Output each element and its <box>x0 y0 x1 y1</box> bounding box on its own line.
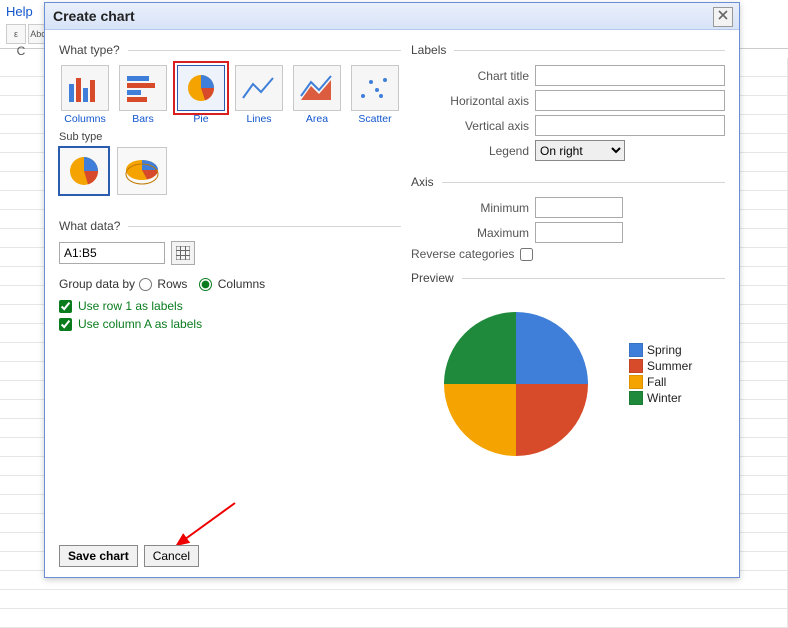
maximum-input[interactable] <box>535 222 623 243</box>
minimum-label: Minimum <box>411 201 535 215</box>
axis-heading: Axis <box>411 175 725 189</box>
close-button[interactable] <box>713 7 733 27</box>
bars-icon <box>125 72 161 104</box>
group-data-label: Group data by <box>59 277 135 291</box>
create-chart-dialog: Create chart What type? Columns Bars <box>44 2 740 578</box>
pie-slice <box>444 384 516 456</box>
chart-title-label: Chart title <box>411 69 535 83</box>
range-picker-button[interactable] <box>171 241 195 265</box>
lines-icon <box>241 72 277 104</box>
pie-slice <box>444 312 516 384</box>
ver-axis-label: Vertical axis <box>411 119 535 133</box>
subtype-label: Sub type <box>59 131 401 143</box>
chart-type-lines[interactable]: Lines <box>233 65 285 125</box>
what-type-label: What type? <box>59 43 120 57</box>
use-colA-checkbox-row: Use column A as labels <box>59 317 401 331</box>
legend-label: Summer <box>647 359 692 373</box>
chart-type-list: Columns Bars Pie Lines Area <box>59 65 401 125</box>
subtype-pie-flat[interactable] <box>59 147 109 195</box>
menu-help[interactable]: Help <box>6 4 33 19</box>
legend-item: Summer <box>629 359 692 373</box>
use-row1-checkbox-row: Use row 1 as labels <box>59 299 401 313</box>
cancel-button[interactable]: Cancel <box>144 545 199 567</box>
chart-type-label: Area <box>306 113 328 125</box>
labels-label: Labels <box>411 43 446 57</box>
columns-icon <box>67 72 103 104</box>
legend-swatch <box>629 391 643 405</box>
chart-preview: Spring Summer Fall Winter <box>411 309 725 459</box>
preview-heading: Preview <box>411 271 725 285</box>
what-data-heading: What data? <box>59 219 401 233</box>
hor-axis-label: Horizontal axis <box>411 94 535 108</box>
pie-slice <box>516 312 588 384</box>
pie-3d-icon <box>122 156 162 186</box>
chart-type-label: Lines <box>246 113 271 125</box>
group-columns-option[interactable]: Columns <box>199 277 265 291</box>
use-row1-checkbox[interactable] <box>59 300 72 313</box>
chart-legend: Spring Summer Fall Winter <box>629 341 692 407</box>
preview-label: Preview <box>411 271 454 285</box>
chart-title-input[interactable] <box>535 65 725 86</box>
legend-label: Fall <box>647 375 666 389</box>
minimum-input[interactable] <box>535 197 623 218</box>
chart-type-columns[interactable]: Columns <box>59 65 111 125</box>
toolbar-strike-formula-icon[interactable]: ε <box>6 24 26 44</box>
legend-select[interactable]: On right <box>535 140 625 161</box>
scatter-icon <box>357 72 393 104</box>
chart-type-bars[interactable]: Bars <box>117 65 169 125</box>
legend-label: Winter <box>647 391 682 405</box>
use-row1-label: Use row 1 as labels <box>78 299 183 313</box>
axis-label: Axis <box>411 175 434 189</box>
maximum-label: Maximum <box>411 226 535 240</box>
pie-flat-icon <box>66 154 102 188</box>
pie-icon <box>183 72 219 104</box>
grid-icon <box>176 246 190 260</box>
use-colA-checkbox[interactable] <box>59 318 72 331</box>
ver-axis-input[interactable] <box>535 115 725 136</box>
pie-slice <box>516 384 588 456</box>
data-range-input[interactable] <box>59 242 165 264</box>
legend-label: Spring <box>647 343 682 357</box>
legend-item: Winter <box>629 391 692 405</box>
chart-type-pie[interactable]: Pie <box>175 65 227 125</box>
area-icon <box>299 72 335 104</box>
dialog-title: Create chart <box>53 8 135 24</box>
group-data-row: Group data by Rows Columns <box>59 277 401 291</box>
legend-label: Legend <box>411 144 535 158</box>
legend-swatch <box>629 359 643 373</box>
hor-axis-input[interactable] <box>535 90 725 111</box>
subtype-pie-3d[interactable] <box>117 147 167 195</box>
legend-item: Fall <box>629 375 692 389</box>
legend-item: Spring <box>629 343 692 357</box>
save-chart-button[interactable]: Save chart <box>59 545 138 567</box>
what-data-label: What data? <box>59 219 120 233</box>
chart-type-label: Bars <box>132 113 154 125</box>
pie-preview-chart <box>441 309 591 459</box>
close-icon <box>718 10 728 20</box>
column-header-c: C <box>6 44 36 58</box>
reverse-categories-label: Reverse categories <box>411 247 514 261</box>
reverse-categories-checkbox[interactable] <box>520 248 533 261</box>
chart-type-scatter[interactable]: Scatter <box>349 65 401 125</box>
chart-type-area[interactable]: Area <box>291 65 343 125</box>
group-rows-option[interactable]: Rows <box>139 277 187 291</box>
chart-type-label: Pie <box>193 113 208 125</box>
labels-heading: Labels <box>411 43 725 57</box>
use-colA-label: Use column A as labels <box>78 317 202 331</box>
chart-type-label: Scatter <box>358 113 391 125</box>
legend-swatch <box>629 343 643 357</box>
dialog-titlebar: Create chart <box>45 3 739 30</box>
chart-type-label: Columns <box>64 113 105 125</box>
legend-swatch <box>629 375 643 389</box>
what-type-heading: What type? <box>59 43 401 57</box>
